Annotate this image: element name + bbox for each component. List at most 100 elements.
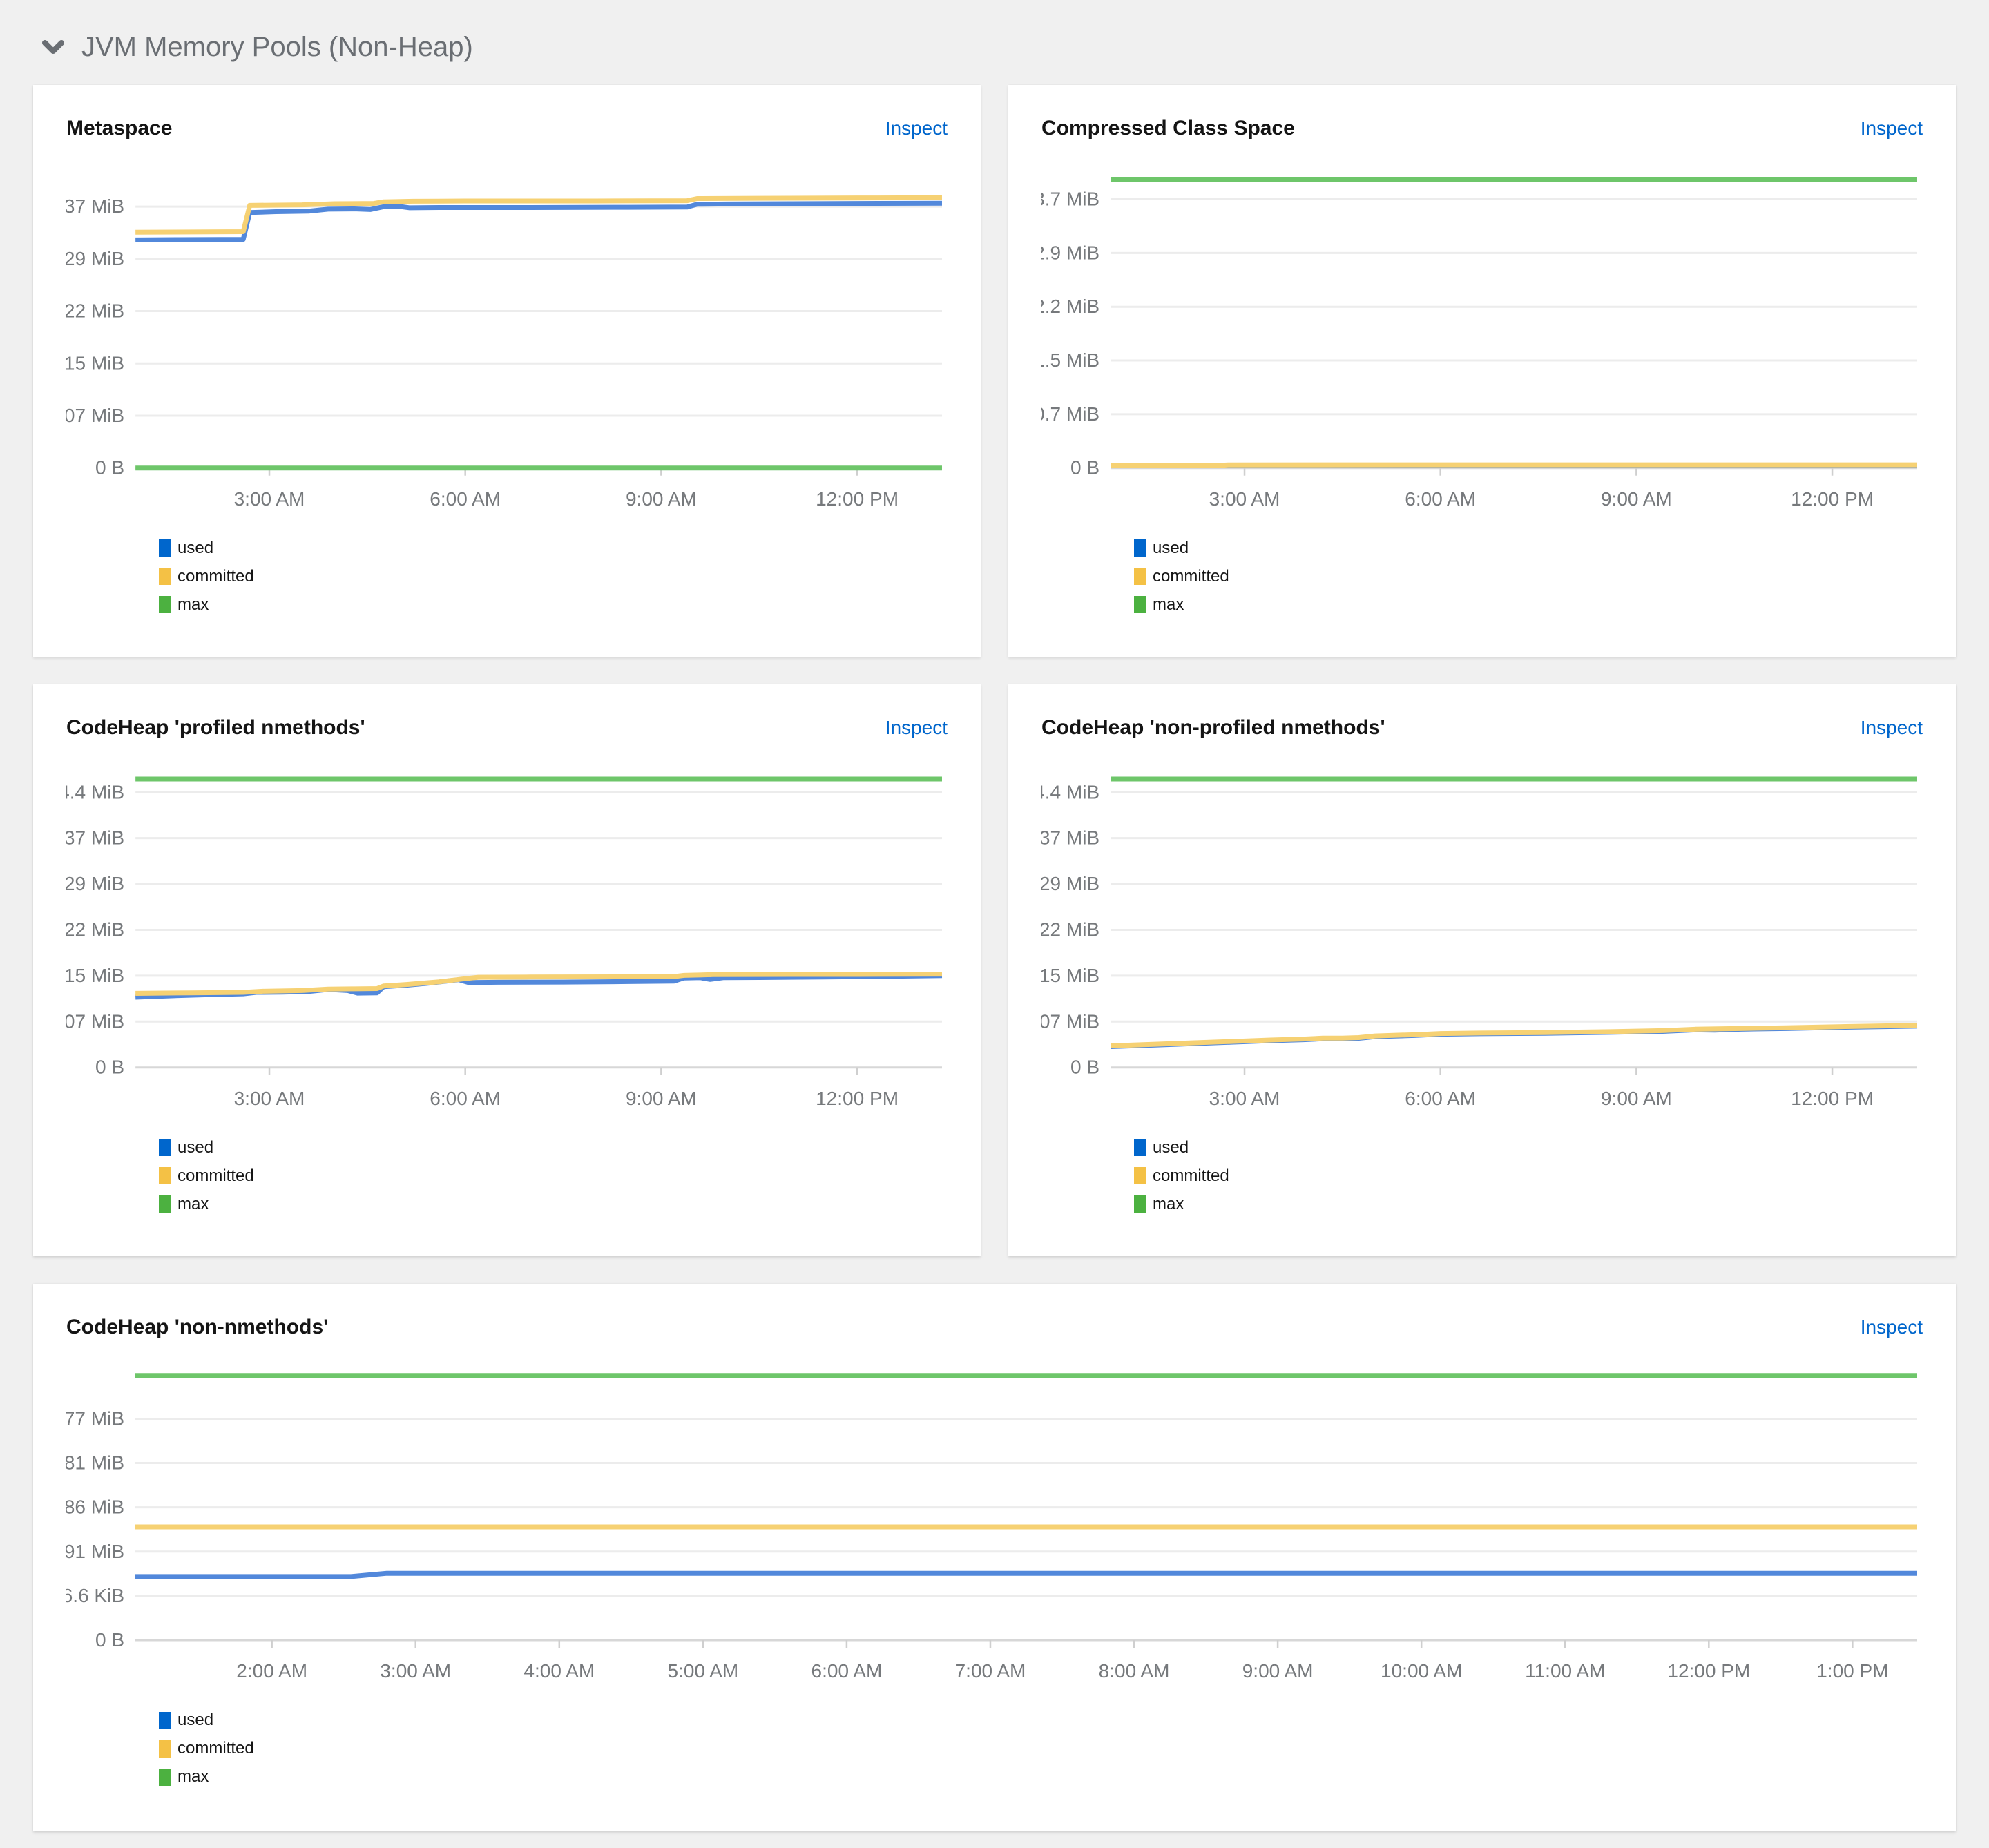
legend-label: max: [177, 1767, 209, 1786]
legend-swatch-committed: [159, 1167, 171, 1185]
x-tick-label: 3:00 AM: [234, 1088, 305, 1109]
y-tick-label: 572.2 MiB: [1041, 296, 1099, 317]
legend-item-used: used: [159, 1711, 1923, 1730]
x-tick-label: 7:00 AM: [955, 1660, 1026, 1682]
chart-legend: used committed max: [159, 1711, 1923, 1787]
legend-label: max: [177, 1194, 209, 1213]
x-tick-label: 6:00 AM: [1405, 1088, 1476, 1109]
legend-label: max: [177, 595, 209, 614]
card-codeheap-non-profiled-nmethods: CodeHeap 'non-profiled nmethods' Inspect 0…: [1008, 684, 1956, 1256]
y-tick-label: 4.77 MiB: [66, 1407, 124, 1429]
y-tick-label: 19.07 MiB: [66, 1010, 124, 1032]
chart-title: CodeHeap 'non-profiled nmethods': [1041, 716, 1385, 739]
inspect-link[interactable]: Inspect: [1861, 117, 1923, 139]
y-tick-label: 114.4 MiB: [1041, 781, 1099, 802]
legend-item-max: max: [159, 1195, 948, 1214]
x-tick-label: 6:00 AM: [430, 488, 501, 510]
legend-label: committed: [1153, 1166, 1229, 1185]
legend-swatch-used: [159, 539, 171, 557]
legend-swatch-committed: [159, 568, 171, 586]
legend-item-max: max: [159, 595, 948, 615]
y-tick-label: 762.9 MiB: [1041, 242, 1099, 263]
legend-swatch-used: [1134, 539, 1146, 557]
legend-label: committed: [177, 566, 254, 586]
y-tick-label: 114.4 MiB: [66, 781, 124, 802]
y-tick-label: 76.29 MiB: [1041, 873, 1099, 894]
legend-swatch-committed: [159, 1740, 171, 1758]
y-tick-label: 38.15 MiB: [66, 965, 124, 986]
x-tick-label: 11:00 AM: [1525, 1660, 1605, 1682]
x-tick-label: 10:00 AM: [1381, 1660, 1462, 1682]
y-tick-label: 76.29 MiB: [66, 248, 124, 269]
y-tick-label: 95.37 MiB: [66, 827, 124, 849]
y-tick-label: 0 B: [95, 1057, 124, 1078]
x-tick-label: 9:00 AM: [1242, 1660, 1314, 1682]
legend-swatch-max: [159, 1768, 171, 1786]
chart-title: CodeHeap 'non-nmethods': [66, 1316, 329, 1338]
x-tick-label: 12:00 PM: [816, 1088, 899, 1109]
legend-swatch-used: [159, 1139, 171, 1157]
card-header: CodeHeap 'non-nmethods' Inspect: [66, 1316, 1923, 1339]
x-tick-label: 12:00 PM: [1791, 488, 1874, 510]
x-tick-label: 2:00 AM: [236, 1660, 307, 1682]
legend-label: max: [1153, 595, 1184, 614]
legend-item-used: used: [159, 539, 948, 558]
y-tick-label: 19.07 MiB: [1041, 1010, 1099, 1032]
y-tick-label: 19.07 MiB: [66, 405, 124, 426]
x-tick-label: 9:00 AM: [1601, 1088, 1672, 1109]
x-tick-label: 12:00 PM: [1791, 1088, 1874, 1109]
chevron-down-icon: [42, 39, 64, 54]
inspect-link[interactable]: Inspect: [1861, 1316, 1923, 1338]
legend-label: committed: [177, 1739, 254, 1758]
chart-canvas-compressed-class-space: 0 B 190.7 MiB 381.5 MiB 572.2 MiB 762.9 MiB 9…: [1041, 177, 1917, 510]
x-tick-label: 3:00 AM: [380, 1660, 451, 1682]
x-tick-label: 4:00 AM: [523, 1660, 595, 1682]
y-tick-label: 0 B: [95, 457, 124, 479]
y-tick-label: 381.5 MiB: [1041, 349, 1099, 371]
legend-item-max: max: [1134, 595, 1923, 615]
y-tick-label: 95.37 MiB: [66, 195, 124, 217]
legend-swatch-max: [159, 596, 171, 614]
legend-swatch-committed: [1134, 568, 1146, 586]
chart-title: CodeHeap 'profiled nmethods': [66, 716, 365, 739]
inspect-link[interactable]: Inspect: [1861, 717, 1923, 739]
x-tick-label: 5:00 AM: [667, 1660, 738, 1682]
y-tick-label: 3.81 MiB: [66, 1452, 124, 1474]
card-codeheap-non-nmethods: CodeHeap 'non-nmethods' Inspect 0 B 976.6 K…: [33, 1284, 1956, 1831]
card-metaspace: Metaspace Inspect 0 B 19.07 MiB 38.15 MiB 57.…: [33, 85, 981, 657]
legend-label: max: [1153, 1194, 1184, 1213]
legend-item-committed: committed: [1134, 1166, 1923, 1186]
legend-label: committed: [1153, 566, 1229, 586]
legend-item-used: used: [1134, 1138, 1923, 1157]
legend-label: used: [177, 538, 214, 557]
legend-item-committed: committed: [1134, 567, 1923, 586]
y-tick-label: 57.22 MiB: [66, 918, 124, 940]
legend-label: used: [177, 1137, 214, 1157]
series-line-used: [135, 200, 942, 242]
inspect-link[interactable]: Inspect: [885, 117, 948, 139]
y-tick-label: 0 B: [1070, 1057, 1099, 1078]
series-line-used: [135, 1570, 1917, 1579]
card-header: CodeHeap 'non-profiled nmethods' Inspect: [1041, 716, 1923, 740]
card-compressed-class-space: Compressed Class Space Inspect 0 B 190.7 Mi…: [1008, 85, 1956, 657]
chart-canvas-metaspace: 0 B 19.07 MiB 38.15 MiB 57.22 MiB 76.29 MiB 9…: [66, 195, 942, 510]
y-tick-label: 38.15 MiB: [66, 352, 124, 374]
legend-swatch-committed: [1134, 1167, 1146, 1185]
x-tick-label: 6:00 AM: [430, 1088, 501, 1109]
x-tick-label: 9:00 AM: [626, 1088, 697, 1109]
y-tick-label: 76.29 MiB: [66, 873, 124, 894]
legend-swatch-max: [1134, 596, 1146, 614]
y-tick-label: 190.7 MiB: [1041, 403, 1099, 425]
section-toggle[interactable]: JVM Memory Pools (Non-Heap): [41, 32, 1956, 63]
inspect-link[interactable]: Inspect: [885, 717, 948, 739]
legend-item-committed: committed: [159, 567, 948, 586]
chart-canvas-codeheap-non-profiled-nmethods: 0 B 19.07 MiB 38.15 MiB 57.22 MiB 76.29 MiB 9…: [1041, 776, 1918, 1109]
legend-label: used: [1153, 538, 1189, 557]
legend-item-used: used: [159, 1138, 948, 1157]
y-tick-label: 976.6 KiB: [66, 1585, 124, 1606]
legend-item-max: max: [1134, 1195, 1923, 1214]
legend-item-used: used: [1134, 539, 1923, 558]
x-tick-label: 3:00 AM: [234, 488, 305, 510]
x-tick-label: 3:00 AM: [1209, 488, 1280, 510]
card-header: CodeHeap 'profiled nmethods' Inspect: [66, 716, 948, 740]
